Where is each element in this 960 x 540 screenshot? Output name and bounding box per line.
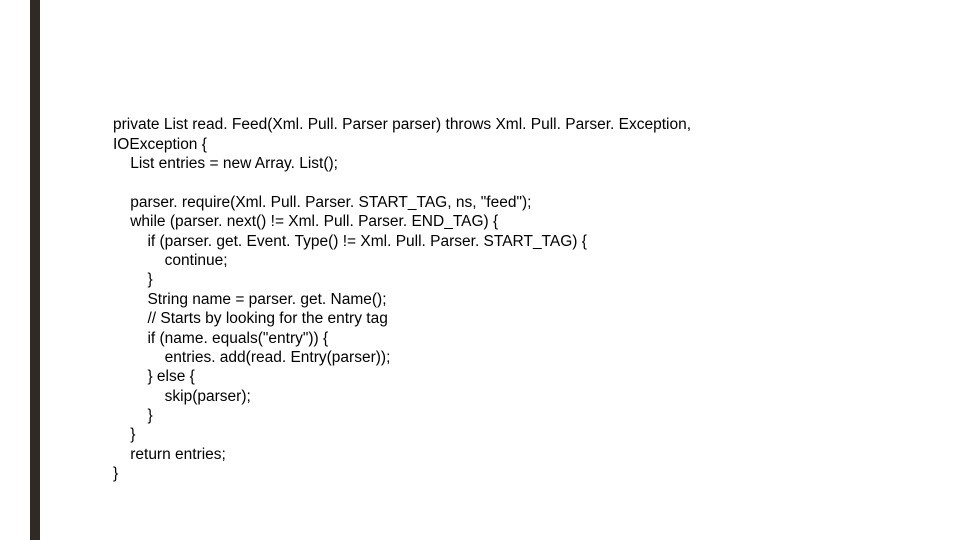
code-line: // Starts by looking for the entry tag bbox=[113, 310, 388, 327]
slide: private List read. Feed(Xml. Pull. Parse… bbox=[0, 0, 960, 540]
code-line: entries. add(read. Entry(parser)); bbox=[113, 349, 390, 366]
code-line: private List read. Feed(Xml. Pull. Parse… bbox=[113, 116, 691, 133]
code-line: } bbox=[113, 271, 153, 288]
code-line: if (name. equals("entry")) { bbox=[113, 330, 328, 347]
code-line: List entries = new Array. List(); bbox=[113, 155, 338, 172]
left-accent-bar bbox=[30, 0, 40, 540]
code-line: } bbox=[113, 426, 135, 443]
code-line: if (parser. get. Event. Type() != Xml. P… bbox=[113, 233, 587, 250]
code-line: IOException { bbox=[113, 136, 207, 153]
code-line: String name = parser. get. Name(); bbox=[113, 291, 387, 308]
code-line: return entries; bbox=[113, 446, 226, 463]
code-line: } else { bbox=[113, 368, 195, 385]
code-line: continue; bbox=[113, 252, 228, 269]
code-line: skip(parser); bbox=[113, 388, 251, 405]
code-line: while (parser. next() != Xml. Pull. Pars… bbox=[113, 213, 498, 230]
code-line: parser. require(Xml. Pull. Parser. START… bbox=[113, 194, 531, 211]
code-block: private List read. Feed(Xml. Pull. Parse… bbox=[113, 96, 893, 503]
code-line: } bbox=[113, 465, 118, 482]
code-line: } bbox=[113, 407, 153, 424]
